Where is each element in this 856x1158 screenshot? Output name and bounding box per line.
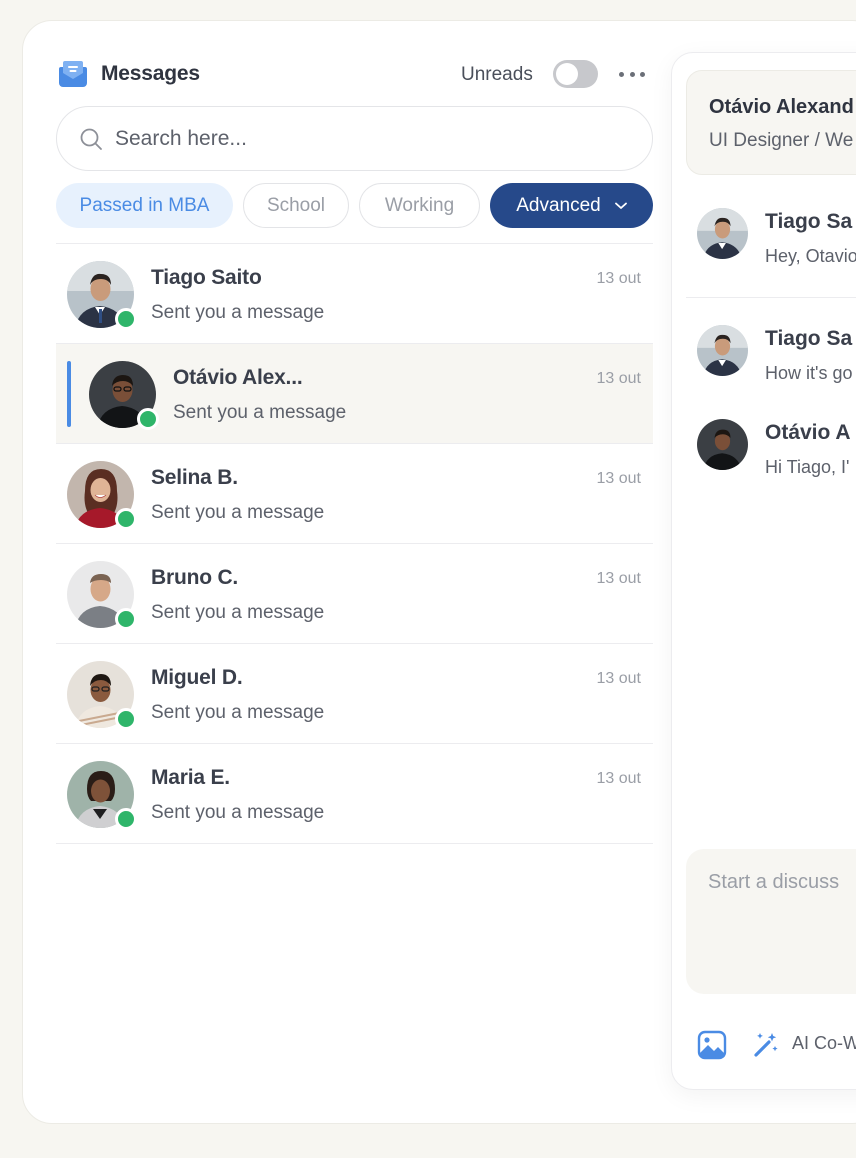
page-title: Messages: [101, 62, 200, 85]
online-indicator: [115, 508, 137, 530]
search-icon: [80, 128, 102, 150]
online-indicator: [115, 808, 137, 830]
message-time: 13 out: [596, 370, 641, 387]
filter-chip-school[interactable]: School: [243, 183, 349, 228]
chat-panel: Otávio Alexand UI Designer / We Tiago Sa…: [671, 52, 856, 1090]
divider: [686, 297, 856, 298]
avatar: [67, 761, 137, 830]
message-time: 13 out: [596, 570, 641, 587]
search-input[interactable]: [115, 119, 615, 159]
messages-logo-icon: [59, 61, 87, 87]
conversation-row[interactable]: Bruno C. Sent you a message 13 out: [56, 544, 653, 644]
message-preview: Sent you a message: [151, 702, 325, 723]
message-text: Hi Tiago, I': [765, 457, 850, 477]
message-preview: Sent you a message: [173, 402, 347, 423]
avatar: [697, 419, 748, 470]
contact-name: Selina B.: [151, 466, 238, 489]
chat-contact-header[interactable]: Otávio Alexand UI Designer / We: [686, 70, 856, 175]
message-preview: Sent you a message: [151, 502, 325, 523]
unreads-label: Unreads: [461, 64, 533, 85]
avatar: [67, 661, 137, 730]
conversation-row-active[interactable]: Otávio Alex... Sent you a message 13 out: [56, 344, 653, 444]
online-indicator: [115, 308, 137, 330]
filter-advanced-dropdown[interactable]: Advanced: [490, 183, 653, 228]
conversation-row[interactable]: Selina B. Sent you a message 13 out: [56, 444, 653, 544]
message-preview: Sent you a message: [151, 602, 325, 623]
chat-message: Otávio A Hi Tiago, I': [697, 419, 856, 479]
composer-toolbar: AI Co-W: [697, 1028, 856, 1060]
image-upload-icon[interactable]: [697, 1030, 727, 1060]
contact-name: Bruno C.: [151, 566, 239, 589]
online-indicator: [115, 608, 137, 630]
contact-name: Otávio Alex...: [173, 366, 303, 389]
chat-message: Tiago Sa Hey, Otavio: [697, 208, 856, 268]
avatar: [697, 325, 748, 376]
message-time: 13 out: [596, 270, 641, 287]
messages-panel: Messages Unreads Passed in MBA School Wo…: [56, 40, 653, 844]
chevron-down-icon: [614, 202, 627, 209]
online-indicator: [115, 708, 137, 730]
message-text: How it's go: [765, 363, 853, 383]
message-time: 13 out: [596, 470, 641, 487]
unreads-toggle[interactable]: [553, 60, 598, 88]
message-sender: Otávio A: [765, 421, 851, 444]
message-time: 13 out: [596, 770, 641, 787]
message-text: Hey, Otavio: [765, 246, 856, 266]
message-preview: Sent you a message: [151, 302, 325, 323]
message-sender: Tiago Sa: [765, 210, 853, 233]
messages-header: Messages Unreads: [56, 40, 653, 108]
message-composer: [686, 849, 856, 994]
toggle-knob: [556, 63, 578, 85]
filter-chip-working[interactable]: Working: [359, 183, 480, 228]
message-sender: Tiago Sa: [765, 327, 853, 350]
chat-contact-name: Otávio Alexand: [709, 96, 854, 118]
chat-message: Tiago Sa How it's go: [697, 325, 856, 385]
message-time: 13 out: [596, 670, 641, 687]
contact-name: Tiago Saito: [151, 266, 262, 289]
online-indicator: [137, 408, 159, 430]
message-input[interactable]: [708, 871, 856, 911]
search-box: [56, 106, 653, 171]
message-preview: Sent you a message: [151, 802, 325, 823]
active-indicator: [67, 361, 71, 427]
advanced-label: Advanced: [516, 194, 601, 216]
contact-name: Miguel D.: [151, 666, 243, 689]
conversation-row[interactable]: Tiago Saito Sent you a message 13 out: [56, 244, 653, 344]
ai-cowriter-button[interactable]: AI Co-W: [792, 1033, 856, 1054]
magic-wand-icon[interactable]: [751, 1030, 779, 1058]
avatar: [67, 261, 137, 330]
filter-chip-passed-in-mba[interactable]: Passed in MBA: [56, 183, 233, 228]
avatar: [697, 208, 748, 259]
contact-name: Maria E.: [151, 766, 230, 789]
conversation-row[interactable]: Maria E. Sent you a message 13 out: [56, 744, 653, 844]
avatar: [67, 561, 137, 630]
filter-chips: Passed in MBA School Working Advanced: [56, 183, 653, 228]
more-options-icon[interactable]: [619, 70, 645, 78]
chat-contact-role: UI Designer / We: [709, 130, 854, 151]
conversation-list: Tiago Saito Sent you a message 13 out Ot…: [56, 243, 653, 844]
conversation-row[interactable]: Miguel D. Sent you a message 13 out: [56, 644, 653, 744]
avatar: [89, 361, 159, 430]
avatar: [67, 461, 137, 530]
